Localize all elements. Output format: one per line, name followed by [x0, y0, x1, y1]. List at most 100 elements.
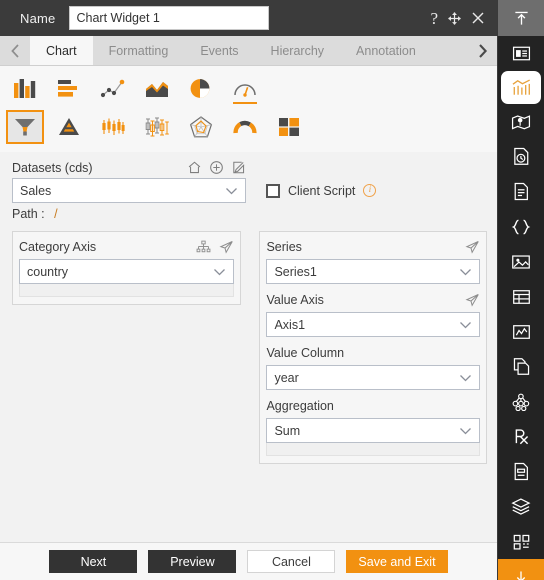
widget-panel-icon[interactable]	[498, 36, 544, 71]
datasets-select[interactable]: Sales	[12, 178, 246, 203]
area-chart-icon[interactable]	[138, 72, 176, 106]
chart-widget-icon[interactable]	[501, 71, 541, 104]
value-column-value: year	[274, 370, 299, 385]
preview-button[interactable]: Preview	[148, 550, 237, 573]
dialog-titlebar: Name ?	[0, 0, 497, 36]
pyramid-chart-icon[interactable]	[50, 110, 88, 144]
value-axis-select[interactable]: Axis1	[266, 312, 480, 337]
tabs-scroll-right-icon[interactable]	[467, 36, 497, 65]
chart-tab-body: Datasets (cds) Sales Client Script i Pat…	[0, 152, 497, 542]
value-column-header: Value Column	[266, 344, 480, 362]
chevron-down-icon	[459, 267, 472, 276]
download-icon[interactable]	[498, 559, 544, 580]
aggregation-header: Aggregation	[266, 397, 480, 415]
paper-plane-icon[interactable]	[465, 240, 480, 254]
dialog-footer: Next Preview Cancel Save and Exit	[0, 542, 497, 580]
qr-grid-icon[interactable]	[498, 524, 544, 559]
tab-events[interactable]: Events	[184, 36, 254, 65]
pie-chart-icon[interactable]	[182, 72, 220, 106]
titlebar-actions: ?	[430, 10, 489, 27]
tabs-container: Chart Formatting Events Hierarchy Annota…	[30, 36, 467, 65]
collapse-up-icon[interactable]	[498, 0, 544, 36]
value-axis-label: Value Axis	[266, 293, 324, 307]
chart-type-picker	[0, 66, 497, 152]
datasets-section: Datasets (cds) Sales Client Script i Pat…	[0, 152, 497, 223]
line-scatter-chart-icon[interactable]	[94, 72, 132, 106]
treemap-chart-icon[interactable]	[270, 110, 308, 144]
chevron-down-icon	[213, 267, 226, 276]
client-script-label: Client Script	[288, 183, 356, 198]
paper-plane-icon[interactable]	[465, 293, 480, 307]
category-axis-field: Category Axis country	[19, 238, 235, 297]
aggregation-value: Sum	[274, 423, 301, 438]
hierarchy-icon[interactable]	[196, 240, 211, 254]
category-axis-header: Category Axis	[19, 238, 234, 256]
series-header: Series	[266, 238, 480, 256]
chevron-down-icon	[225, 186, 238, 195]
candlestick-chart-icon[interactable]	[94, 110, 132, 144]
home-icon[interactable]	[187, 160, 202, 175]
series-label: Series	[266, 240, 302, 254]
tabs-scroll-left-icon[interactable]	[0, 36, 30, 65]
report-clock-icon[interactable]	[498, 139, 544, 174]
tab-hierarchy[interactable]: Hierarchy	[255, 36, 341, 65]
paper-plane-icon[interactable]	[219, 240, 234, 254]
aggregation-field: Aggregation Sum	[266, 397, 480, 456]
chart-widget-dialog: Name ?	[0, 0, 544, 580]
plus-circle-icon[interactable]	[209, 160, 224, 175]
next-button[interactable]: Next	[49, 550, 138, 573]
aggregation-select[interactable]: Sum	[266, 418, 480, 443]
edit-square-icon[interactable]	[231, 160, 246, 175]
copy-document-icon[interactable]	[498, 349, 544, 384]
json-braces-icon[interactable]	[498, 209, 544, 244]
tab-strip: Chart Formatting Events Hierarchy Annota…	[0, 36, 497, 66]
close-icon[interactable]	[471, 11, 485, 25]
widget-name-input[interactable]	[69, 6, 270, 30]
name-label: Name	[20, 10, 56, 26]
category-axis-actions	[196, 240, 234, 254]
datasets-label: Datasets (cds)	[12, 160, 93, 175]
funnel-chart-icon[interactable]	[6, 110, 44, 144]
info-icon[interactable]: i	[363, 184, 377, 197]
value-column-select[interactable]: year	[266, 365, 480, 390]
help-icon[interactable]: ?	[430, 10, 438, 27]
boxplot-chart-icon[interactable]	[138, 110, 176, 144]
client-script-toggle[interactable]: Client Script i	[266, 183, 377, 198]
map-widget-icon[interactable]	[498, 104, 544, 139]
series-select[interactable]: Series1	[266, 259, 480, 284]
category-axis-panel: Category Axis country	[12, 231, 242, 305]
aggregation-list-area	[266, 443, 480, 456]
prescription-rx-icon[interactable]	[498, 419, 544, 454]
category-axis-value: country	[27, 264, 68, 279]
image-widget-icon[interactable]	[498, 244, 544, 279]
save-and-exit-button[interactable]: Save and Exit	[346, 550, 448, 573]
series-field: Series Series1	[266, 238, 480, 284]
tab-formatting[interactable]: Formatting	[93, 36, 185, 65]
gauge-chart-icon[interactable]	[226, 72, 264, 106]
cancel-button[interactable]: Cancel	[247, 550, 336, 573]
tab-annotation[interactable]: Annotation	[340, 36, 432, 65]
series-value: Series1	[274, 264, 317, 279]
layers-icon[interactable]	[498, 489, 544, 524]
sparkline-icon[interactable]	[498, 314, 544, 349]
tab-chart[interactable]: Chart	[30, 36, 93, 65]
category-axis-list-area	[19, 284, 235, 297]
value-column-field: Value Column year	[266, 344, 480, 390]
column-chart-icon[interactable]	[6, 72, 44, 106]
form-document-icon[interactable]	[498, 454, 544, 489]
document-icon[interactable]	[498, 174, 544, 209]
chevron-down-icon	[459, 373, 472, 382]
table-widget-icon[interactable]	[498, 279, 544, 314]
aggregation-label: Aggregation	[266, 399, 334, 413]
chevron-down-icon	[459, 320, 472, 329]
path-label: Path :	[12, 207, 45, 221]
group-nodes-icon[interactable]	[498, 384, 544, 419]
semi-gauge-chart-icon[interactable]	[226, 110, 264, 144]
client-script-checkbox[interactable]	[266, 183, 280, 198]
value-axis-header: Value Axis	[266, 291, 480, 309]
path-value: /	[54, 207, 58, 221]
bar-chart-icon[interactable]	[50, 72, 88, 106]
radar-chart-icon[interactable]	[182, 110, 220, 144]
move-icon[interactable]	[447, 11, 462, 26]
category-axis-select[interactable]: country	[19, 259, 235, 284]
